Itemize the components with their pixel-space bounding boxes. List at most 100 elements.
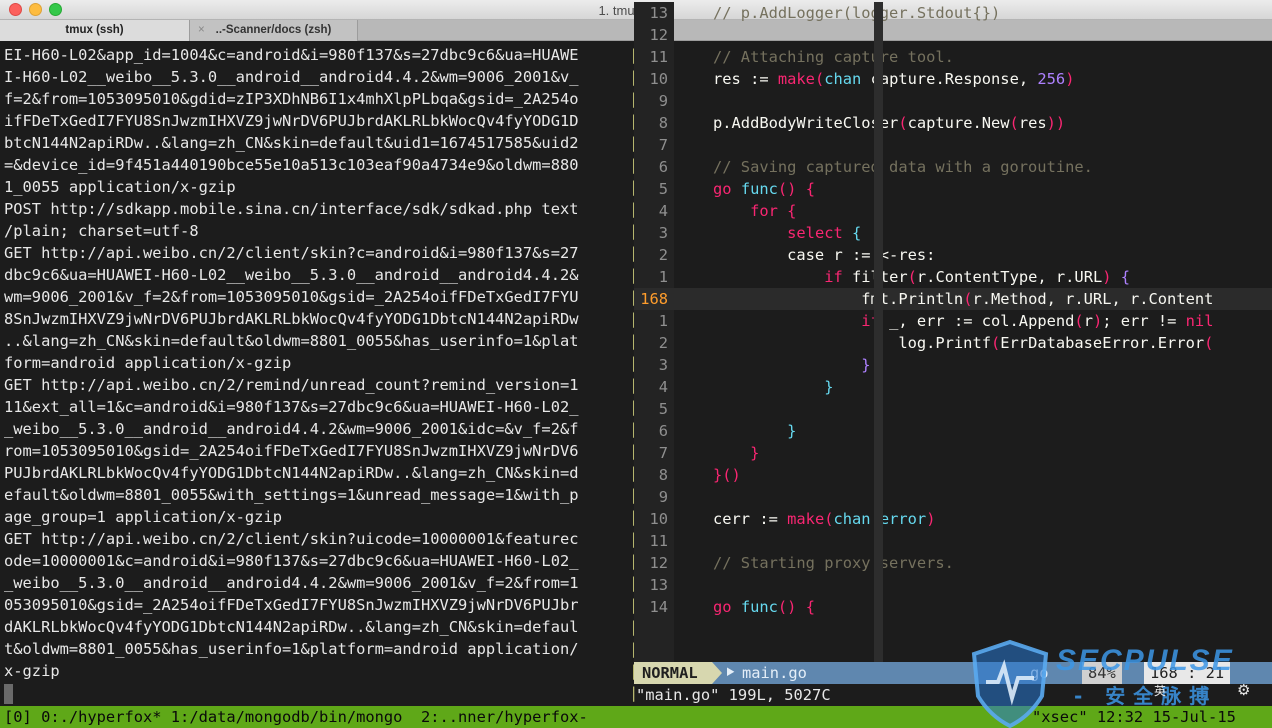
line-number: 6: [658, 158, 668, 176]
code-line[interactable]: res := make(chan capture.Response, 256): [674, 68, 1272, 90]
code-token: go: [713, 598, 732, 616]
code-token: chan: [824, 70, 862, 88]
code-token: ; err !=: [1102, 312, 1186, 330]
terminal-output-line: _weibo__5.3.0__android__android4.4.2&wm=…: [4, 574, 579, 592]
code-token: }: [824, 378, 834, 396]
terminal-output-line: ifFDeTxGedI7FYU8SnJwzmIHXVZ9jwNrDV6PUJbr…: [4, 112, 579, 130]
code-line[interactable]: go func() {: [674, 596, 1272, 618]
code-line[interactable]: go func() {: [674, 178, 1272, 200]
input-method-indicator[interactable]: 英: [1154, 682, 1166, 699]
code-line[interactable]: }: [674, 442, 1272, 464]
code-token: if: [824, 268, 843, 286]
file-separator-icon: ⯈: [724, 664, 737, 682]
code-token: ): [1092, 312, 1103, 330]
color-column: [874, 2, 883, 662]
code-line[interactable]: }: [674, 376, 1272, 398]
code-line[interactable]: [674, 574, 1272, 596]
code-token: // p.AddLogger(logger.Stdout{}): [713, 4, 1001, 22]
terminal-output-line: _weibo__5.3.0__android__android4.4.2&wm=…: [4, 420, 579, 438]
code-view[interactable]: // p.AddLogger(logger.Stdout{}) // Attach…: [674, 2, 1272, 662]
code-token: make: [777, 70, 815, 88]
code-line[interactable]: [674, 90, 1272, 112]
code-token: (: [1204, 334, 1214, 352]
line-number: 13: [649, 576, 668, 594]
code-token: chan: [833, 510, 871, 528]
code-token: (: [814, 70, 825, 88]
code-line[interactable]: p.AddBodyWriteCloser(capture.New(res)): [674, 112, 1272, 134]
terminal-output-line: form=android application/x-gzip: [4, 354, 292, 372]
code-token: // Saving captured data with a goroutine…: [713, 158, 1093, 176]
code-line[interactable]: for {: [674, 200, 1272, 222]
code-line[interactable]: }: [674, 420, 1272, 442]
code-token: r.Method, r.URL, r.Content: [972, 290, 1214, 308]
code-line[interactable]: // Saving captured data with a goroutine…: [674, 156, 1272, 178]
line-number: 12: [649, 26, 668, 44]
code-line[interactable]: }: [674, 354, 1272, 376]
code-token: (: [907, 268, 917, 286]
line-number: 2: [658, 334, 668, 352]
code-line[interactable]: if filter(r.ContentType, r.URL) {: [674, 266, 1272, 288]
tmux-window-list[interactable]: [0] 0:./hyperfox* 1:/data/mongodb/bin/mo…: [4, 706, 588, 728]
code-token: func: [740, 598, 778, 616]
code-token: (: [990, 334, 1001, 352]
code-token: cerr :=: [713, 510, 788, 528]
code-token: ): [926, 510, 936, 528]
code-token: _, err := col.Append: [879, 312, 1075, 330]
code-token: }: [787, 422, 797, 440]
close-tab-icon[interactable]: ×: [198, 20, 205, 41]
code-line[interactable]: // Starting proxy servers.: [674, 552, 1272, 574]
terminal-output-line: dbc9c6&ua=HUAWEI-H60-L02__weibo__5.3.0__…: [4, 266, 579, 284]
code-line[interactable]: }(): [674, 464, 1272, 486]
terminal-output-line: I-H60-L02__weibo__5.3.0__android__androi…: [4, 68, 579, 86]
code-token: (: [824, 510, 834, 528]
vim-editor-pane[interactable]: 13 12 11 10 9 8 7 6 5 4 3 2 1 168 1 2 3 4 5 6 7 8 9 10 11 12 13 14 …: [634, 2, 1272, 662]
line-number: 11: [649, 532, 668, 550]
line-number: 5: [658, 180, 668, 198]
code-line[interactable]: fmt.Println(r.Method, r.URL, r.Content: [674, 288, 1272, 310]
code-line[interactable]: log.Printf(ErrDatabaseError.Error(: [674, 332, 1272, 354]
line-number: 2: [658, 246, 668, 264]
line-number: 12: [649, 554, 668, 572]
code-line[interactable]: if _, err := col.Append(r); err != nil: [674, 310, 1272, 332]
terminal-output-line: t&oldwm=8801_0055&has_userinfo=1&platfor…: [4, 640, 579, 658]
code-line[interactable]: // Attaching capture tool.: [674, 46, 1272, 68]
code-line[interactable]: [674, 134, 1272, 156]
code-token: (: [1074, 312, 1084, 330]
code-line[interactable]: cerr := make(chan error): [674, 508, 1272, 530]
terminal-output-line: EI-H60-L02&app_id=1004&c=android&i=980f1…: [4, 46, 579, 64]
terminal-output-line: /plain; charset=utf-8: [4, 222, 199, 240]
code-token: func: [740, 180, 778, 198]
code-line[interactable]: [674, 486, 1272, 508]
pane-scroll-thumb[interactable]: [4, 684, 13, 704]
code-token: capture.Response,: [861, 70, 1038, 88]
code-line[interactable]: [674, 530, 1272, 552]
code-token: for: [750, 202, 778, 220]
code-line[interactable]: // p.AddLogger(logger.Stdout{}): [674, 2, 1272, 24]
code-line[interactable]: case r := <-res:: [674, 244, 1272, 266]
code-line[interactable]: select {: [674, 222, 1272, 244]
line-number: 4: [658, 378, 668, 396]
terminal-output-line: ode=10000001&c=android&i=980f137&s=27dbc…: [4, 552, 579, 570]
code-line[interactable]: [674, 24, 1272, 46]
tab-tmux-ssh[interactable]: tmux (ssh): [0, 20, 190, 41]
terminal-output-line: GET http://api.weibo.cn/2/remind/unread_…: [4, 376, 579, 394]
code-token: // Attaching capture tool.: [713, 48, 954, 66]
terminal-output-line: GET http://api.weibo.cn/2/client/skin?ui…: [4, 530, 579, 548]
code-token: (: [898, 114, 908, 132]
pane-divider[interactable]: |||||||||||||||||||||||||||||||: [629, 44, 638, 724]
terminal-output-line: GET http://api.weibo.cn/2/client/skin?c=…: [4, 244, 579, 262]
code-token: p.AddBodyWriteCloser: [713, 114, 899, 132]
code-token: make: [787, 510, 825, 528]
code-token: r.ContentType, r.URL: [916, 268, 1103, 286]
tmux-pane-left[interactable]: EI-H60-L02&app_id=1004&c=android&i=980f1…: [4, 44, 628, 704]
vim-command-line[interactable]: "main.go" 199L, 5027C: [634, 684, 1272, 706]
code-token: (: [1009, 114, 1019, 132]
code-line[interactable]: [674, 398, 1272, 420]
tab-scanner-docs[interactable]: × ..-Scanner/docs (zsh): [190, 20, 358, 41]
gear-icon[interactable]: ⚙: [1237, 681, 1250, 699]
line-number: 168: [634, 288, 674, 310]
